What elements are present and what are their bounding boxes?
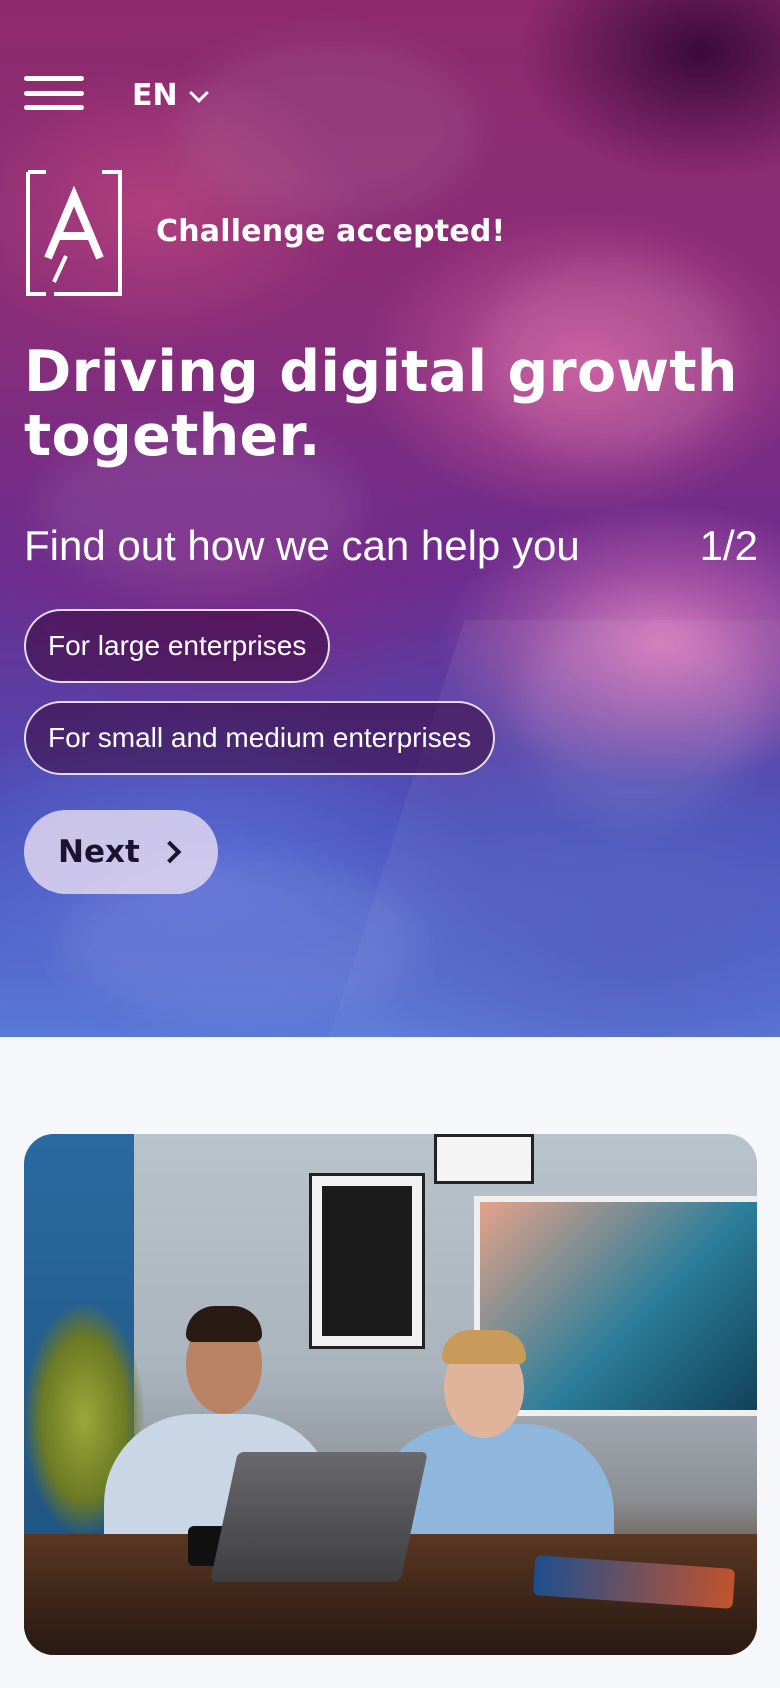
next-button[interactable]: Next xyxy=(24,810,218,894)
next-button-label: Next xyxy=(58,834,140,870)
brand-logo-icon xyxy=(26,170,122,296)
help-text: Find out how we can help you xyxy=(24,522,580,569)
team-photo xyxy=(24,1134,757,1655)
hero-section: EN Challenge accepted! Driving digital g… xyxy=(0,0,780,1037)
hamburger-icon-bar xyxy=(24,76,84,81)
language-label: EN xyxy=(132,78,178,113)
photo-laptop xyxy=(210,1452,428,1582)
help-prompt: Find out how we can help you 1/2 xyxy=(24,522,758,570)
chevron-down-icon xyxy=(188,82,209,103)
step-counter: 1/2 xyxy=(699,522,758,569)
brand-tagline: Challenge accepted! xyxy=(156,214,506,249)
photo-frame xyxy=(434,1134,534,1184)
option-small-medium-enterprises[interactable]: For small and medium enterprises xyxy=(24,701,496,775)
hero-headline: Driving digital growth together. xyxy=(24,339,738,469)
diagonal-overlay xyxy=(295,620,780,1037)
hamburger-icon-bar xyxy=(24,90,84,96)
chevron-right-icon xyxy=(158,840,182,864)
menu-button[interactable] xyxy=(24,76,84,110)
option-large-enterprises[interactable]: For large enterprises xyxy=(24,609,331,683)
language-selector[interactable]: EN xyxy=(132,78,209,113)
smoke-decoration xyxy=(180,40,480,220)
hamburger-icon-bar xyxy=(24,105,84,110)
